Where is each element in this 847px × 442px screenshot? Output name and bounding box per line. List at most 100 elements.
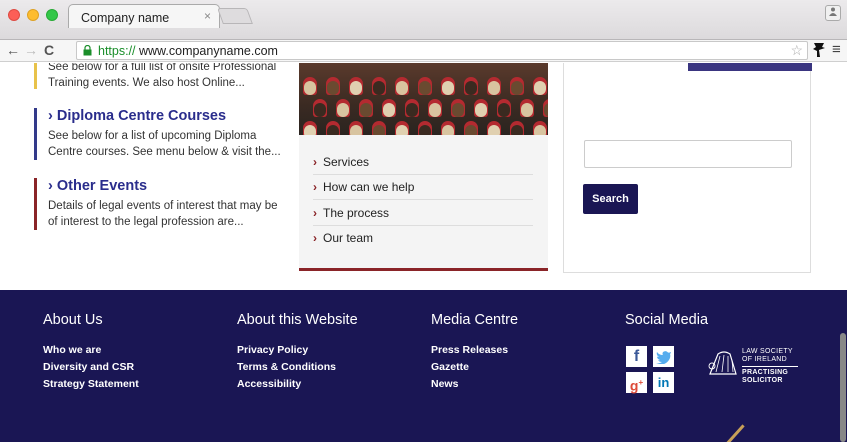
maximize-window-icon[interactable] xyxy=(46,9,58,21)
scrollbar-thumb[interactable] xyxy=(840,333,846,442)
twitter-icon[interactable] xyxy=(653,346,674,367)
news-title[interactable]: › Other Events xyxy=(48,178,284,194)
close-window-icon[interactable] xyxy=(8,9,20,21)
footer-social-media: Social Media xyxy=(625,312,708,328)
url-host: www.companyname.com xyxy=(135,44,278,58)
photo-person xyxy=(419,125,431,135)
our-team-link[interactable]: › Our team xyxy=(313,226,533,251)
photo-person xyxy=(429,103,441,117)
site-footer: About Us Who we are Diversity and CSR St… xyxy=(0,290,847,442)
reload-icon[interactable]: C xyxy=(44,42,54,58)
chevron-right-icon: › xyxy=(313,231,317,245)
facebook-icon[interactable]: f xyxy=(626,346,647,367)
back-arrow-icon[interactable]: ← xyxy=(6,42,20,58)
decorative-pen xyxy=(714,424,745,442)
photo-person xyxy=(396,125,408,135)
panel-tab[interactable] xyxy=(688,63,812,71)
photo-person xyxy=(406,103,418,117)
photo-person xyxy=(442,125,454,135)
profile-icon[interactable] xyxy=(825,5,841,21)
photo-person xyxy=(534,81,546,95)
footer-link[interactable]: Gazette xyxy=(431,359,518,376)
photo-person xyxy=(511,81,523,95)
new-tab-button[interactable] xyxy=(217,8,253,24)
page-viewport: See below for a full list of onsite Prof… xyxy=(0,63,847,442)
news-desc: See below for a list of upcoming Diploma… xyxy=(48,130,281,158)
photo-person xyxy=(314,103,326,117)
photo-person xyxy=(360,103,372,117)
photo-person xyxy=(475,103,487,117)
photo-person xyxy=(442,81,454,95)
google-plus-icon[interactable]: g+ xyxy=(626,372,647,394)
extension-icon[interactable] xyxy=(812,42,826,61)
news-item-other-events[interactable]: › Other Events Details of legal events o… xyxy=(34,178,284,230)
url-text: https:// www.companyname.com xyxy=(98,44,278,58)
the-process-link[interactable]: › The process xyxy=(313,201,533,226)
forward-arrow-icon[interactable]: → xyxy=(24,42,38,58)
photo-person xyxy=(396,81,408,95)
menu-icon[interactable]: ≡ xyxy=(832,41,841,58)
footer-heading: Social Media xyxy=(625,312,709,328)
url-scheme: https:// xyxy=(98,44,136,58)
the-process-label: The process xyxy=(323,206,390,220)
photo-person xyxy=(383,103,395,117)
photo-person xyxy=(304,81,316,95)
lock-icon xyxy=(83,45,92,56)
harp-icon xyxy=(708,351,737,375)
law-logo-line: LAW SOCIETY xyxy=(742,348,793,355)
photo-person xyxy=(534,125,546,135)
photo-person xyxy=(419,81,431,95)
photo-person xyxy=(350,125,362,135)
footer-about-website: About this Website Privacy Policy Terms … xyxy=(237,312,358,393)
chevron-right-icon: › xyxy=(313,206,317,220)
photo-person xyxy=(465,81,477,95)
footer-link[interactable]: News xyxy=(431,376,518,393)
search-button[interactable]: Search xyxy=(583,184,638,214)
photo-person xyxy=(488,81,500,95)
footer-link[interactable]: Press Releases xyxy=(431,342,518,359)
photo-person xyxy=(544,103,548,117)
linkedin-icon[interactable]: in xyxy=(653,372,674,393)
tab-close-icon[interactable]: × xyxy=(204,9,211,23)
services-link-label: Services xyxy=(323,155,370,169)
news-desc: Details of legal events of interest that… xyxy=(48,200,278,228)
footer-about-us: About Us Who we are Diversity and CSR St… xyxy=(43,312,139,393)
news-item-diploma[interactable]: › Diploma Centre Courses See below for a… xyxy=(34,108,284,160)
photo-person xyxy=(337,103,349,117)
services-link[interactable]: › Services xyxy=(313,150,533,175)
footer-link[interactable]: Diversity and CSR xyxy=(43,359,139,376)
law-society-logo: LAW SOCIETY OF IRELAND PRACTISING SOLICI… xyxy=(706,348,806,384)
chevron-right-icon: › xyxy=(313,155,317,169)
photo-person xyxy=(350,81,362,95)
footer-link[interactable]: Strategy Statement xyxy=(43,376,139,393)
news-item-training[interactable]: See below for a full list of onsite Prof… xyxy=(34,63,284,89)
photo-person xyxy=(511,125,523,135)
photo-person xyxy=(304,125,316,135)
footer-heading: About Us xyxy=(43,312,103,328)
search-input[interactable] xyxy=(584,140,792,168)
browser-tab[interactable]: Company name × xyxy=(68,4,220,28)
photo-person xyxy=(488,125,500,135)
news-title[interactable]: › Diploma Centre Courses xyxy=(48,108,284,124)
bookmark-star-icon[interactable]: ☆ xyxy=(790,42,803,59)
how-can-we-help-link[interactable]: › How can we help xyxy=(313,175,533,200)
address-bar[interactable]: https:// www.companyname.com ☆ xyxy=(76,41,808,60)
browser-titlebar: Company name × xyxy=(0,0,847,40)
footer-link[interactable]: Terms & Conditions xyxy=(237,359,358,376)
tab-title: Company name xyxy=(81,11,170,25)
footer-link[interactable]: Privacy Policy xyxy=(237,342,358,359)
news-desc: See below for a full list of onsite Prof… xyxy=(48,63,277,89)
photo-person xyxy=(327,81,339,95)
services-menu: › Services › How can we help › The process … xyxy=(299,135,548,271)
photo-person xyxy=(373,81,385,95)
minimize-window-icon[interactable] xyxy=(27,9,39,21)
audience-photo xyxy=(299,63,548,135)
browser-toolbar: ← → C https:// www.companyname.com ☆ ≡ xyxy=(0,40,847,62)
law-logo-line: SOLICITOR xyxy=(742,377,783,384)
chevron-right-icon: › xyxy=(313,180,317,194)
photo-person xyxy=(373,125,385,135)
photo-person xyxy=(498,103,510,117)
how-can-we-help-label: How can we help xyxy=(323,180,415,194)
footer-link[interactable]: Accessibility xyxy=(237,376,358,393)
footer-link[interactable]: Who we are xyxy=(43,342,139,359)
